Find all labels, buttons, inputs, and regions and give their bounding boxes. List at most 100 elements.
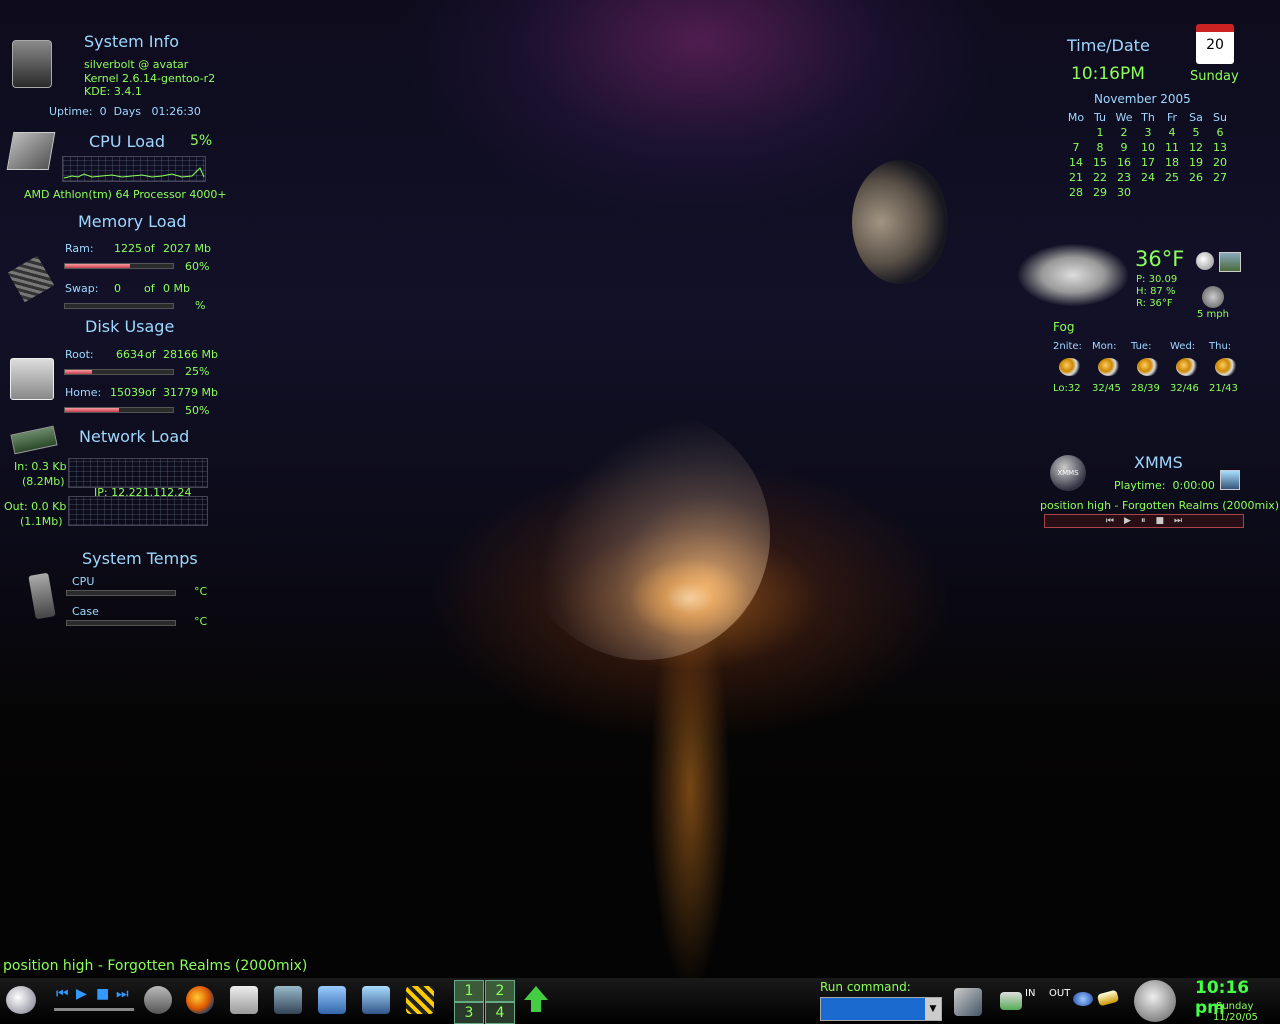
forecast-day: Tue: [1131,341,1152,352]
root-label: Root: [65,348,94,361]
calendar-day[interactable]: 20 [1208,155,1232,170]
calendar-day[interactable]: 25 [1160,170,1184,185]
media-controls: ⏮ ▶ ■ ⏭ [48,986,136,1016]
media-seek-slider[interactable] [54,1008,134,1011]
run-command-label: Run command: [820,980,911,994]
calendar-day[interactable]: 16 [1112,155,1136,170]
calendar-day[interactable]: 9 [1112,140,1136,155]
calendar-day[interactable]: 21 [1064,170,1088,185]
calendar-day[interactable]: 8 [1088,140,1112,155]
bottom-track-title: position high - Forgotten Realms (2000mi… [3,958,308,974]
forecast-weather-icon [1137,358,1159,376]
run-command-input[interactable]: ▼ [820,997,942,1021]
calendar-day[interactable]: 12 [1184,140,1208,155]
blue-orb-icon[interactable] [1073,992,1093,1006]
up-arrow-icon[interactable] [524,986,548,1000]
run-command-dropdown-icon[interactable]: ▼ [925,998,941,1020]
xmms-control-button[interactable]: ■ [1155,516,1164,526]
calendar-weekday: We [1115,111,1133,124]
swap-bar [64,303,174,309]
time-date-title: Time/Date [1067,36,1150,55]
calendar-day[interactable]: 22 [1088,170,1112,185]
network-monitor-icon[interactable] [1000,992,1022,1010]
calendar-day[interactable]: 1 [1088,125,1112,140]
calendar-day[interactable]: 13 [1208,140,1232,155]
pager-desktop-2[interactable]: 2 [485,980,515,1002]
ram-bar-fill [65,264,130,268]
calendar-day[interactable]: 29 [1088,185,1112,200]
pager-desktop-1[interactable]: 1 [454,980,484,1002]
monitor-icon[interactable] [274,986,302,1014]
calendar-day[interactable]: 10 [1136,140,1160,155]
globe-icon[interactable] [1196,252,1214,270]
swap-total: 0 Mb [163,282,190,295]
xmms-control-button[interactable]: ▶ [1124,516,1131,526]
moon-phase-icon[interactable] [1134,980,1176,1022]
weather-realfeel: R: 36°F [1136,298,1173,309]
archive-icon[interactable] [406,986,434,1014]
weather-pressure: P: 30.09 [1136,274,1178,285]
calendar-day[interactable]: 15 [1088,155,1112,170]
xmms-logo-icon[interactable]: XMMS [1050,455,1086,491]
swap-of: of [144,282,155,295]
forecast-temp: 32/45 [1092,383,1121,394]
calendar-week: 7 8 9 10 11 12 13 [1064,140,1232,155]
forecast-weather-icon [1098,358,1120,376]
pager-desktop-3[interactable]: 3 [454,1002,484,1024]
calendar-day[interactable]: 6 [1208,125,1232,140]
kde-menu-icon[interactable] [6,986,36,1014]
calendar-day[interactable]: 19 [1184,155,1208,170]
xmms-control-button[interactable]: ⏭ [1174,516,1182,526]
satellite-icon[interactable] [954,988,982,1016]
forecast-temp: 32/46 [1170,383,1199,394]
forecast-weather-icon [1059,358,1081,376]
calendar-day [1184,185,1208,200]
landscape-photo-icon[interactable] [1219,252,1241,272]
calendar-day[interactable]: 18 [1160,155,1184,170]
calendar-day[interactable]: 30 [1112,185,1136,200]
home-folder-icon[interactable] [318,986,346,1014]
forecast-temp: 28/39 [1131,383,1160,394]
network-in: In: 0.3 Kb [14,460,67,473]
calendar-day[interactable]: 23 [1112,170,1136,185]
firefox-icon[interactable] [186,986,214,1014]
uptime: Uptime: 0 Days 01:26:30 [49,105,201,118]
calendar-day[interactable]: 7 [1064,140,1088,155]
previous-icon[interactable]: ⏮ [56,986,69,1002]
stop-icon[interactable]: ■ [96,986,109,1002]
network-in-graph [68,458,208,488]
calendar-day[interactable]: 17 [1136,155,1160,170]
calendar-day[interactable]: 28 [1064,185,1088,200]
xmms-control-button[interactable]: ⏮ [1106,516,1114,526]
gold-bar-icon[interactable] [1096,989,1120,1007]
xmms-config-icon[interactable] [1220,470,1240,490]
calendar-day[interactable]: 2 [1112,125,1136,140]
xmms-title: XMMS [1134,453,1183,472]
calendar-day[interactable]: 4 [1160,125,1184,140]
cpu-temp-label: CPU [72,575,95,588]
desktop-pager: 1 2 3 4 [454,978,516,1024]
ram-of: of [144,242,155,255]
xmms-control-button[interactable]: ⏸ [1141,516,1146,526]
calendar-weekday: Mo [1067,111,1085,124]
calendar-day[interactable]: 5 [1184,125,1208,140]
music-note-icon[interactable] [144,986,172,1014]
calendar-day[interactable]: 26 [1184,170,1208,185]
ram-label: Ram: [65,242,94,255]
play-icon[interactable]: ▶ [76,986,87,1002]
calendar-day[interactable]: 11 [1160,140,1184,155]
pager-desktop-4[interactable]: 4 [485,1002,515,1024]
next-icon[interactable]: ⏭ [116,986,129,1002]
root-bar [64,369,174,375]
calendar-day[interactable]: 24 [1136,170,1160,185]
xmms-controls: ⏮ ▶ ⏸ ■ ⏭ [1044,514,1244,528]
text-editor-icon[interactable] [230,986,258,1014]
calendar-day[interactable]: 3 [1136,125,1160,140]
xmms-logo-text: XMMS [1057,469,1079,477]
settings-folder-icon[interactable] [362,986,390,1014]
calendar-day[interactable]: 27 [1208,170,1232,185]
calendar-weekday: Su [1213,111,1227,124]
root-used: 6634 [116,348,144,361]
calendar-weekday: Sa [1189,111,1203,124]
calendar-day[interactable]: 14 [1064,155,1088,170]
